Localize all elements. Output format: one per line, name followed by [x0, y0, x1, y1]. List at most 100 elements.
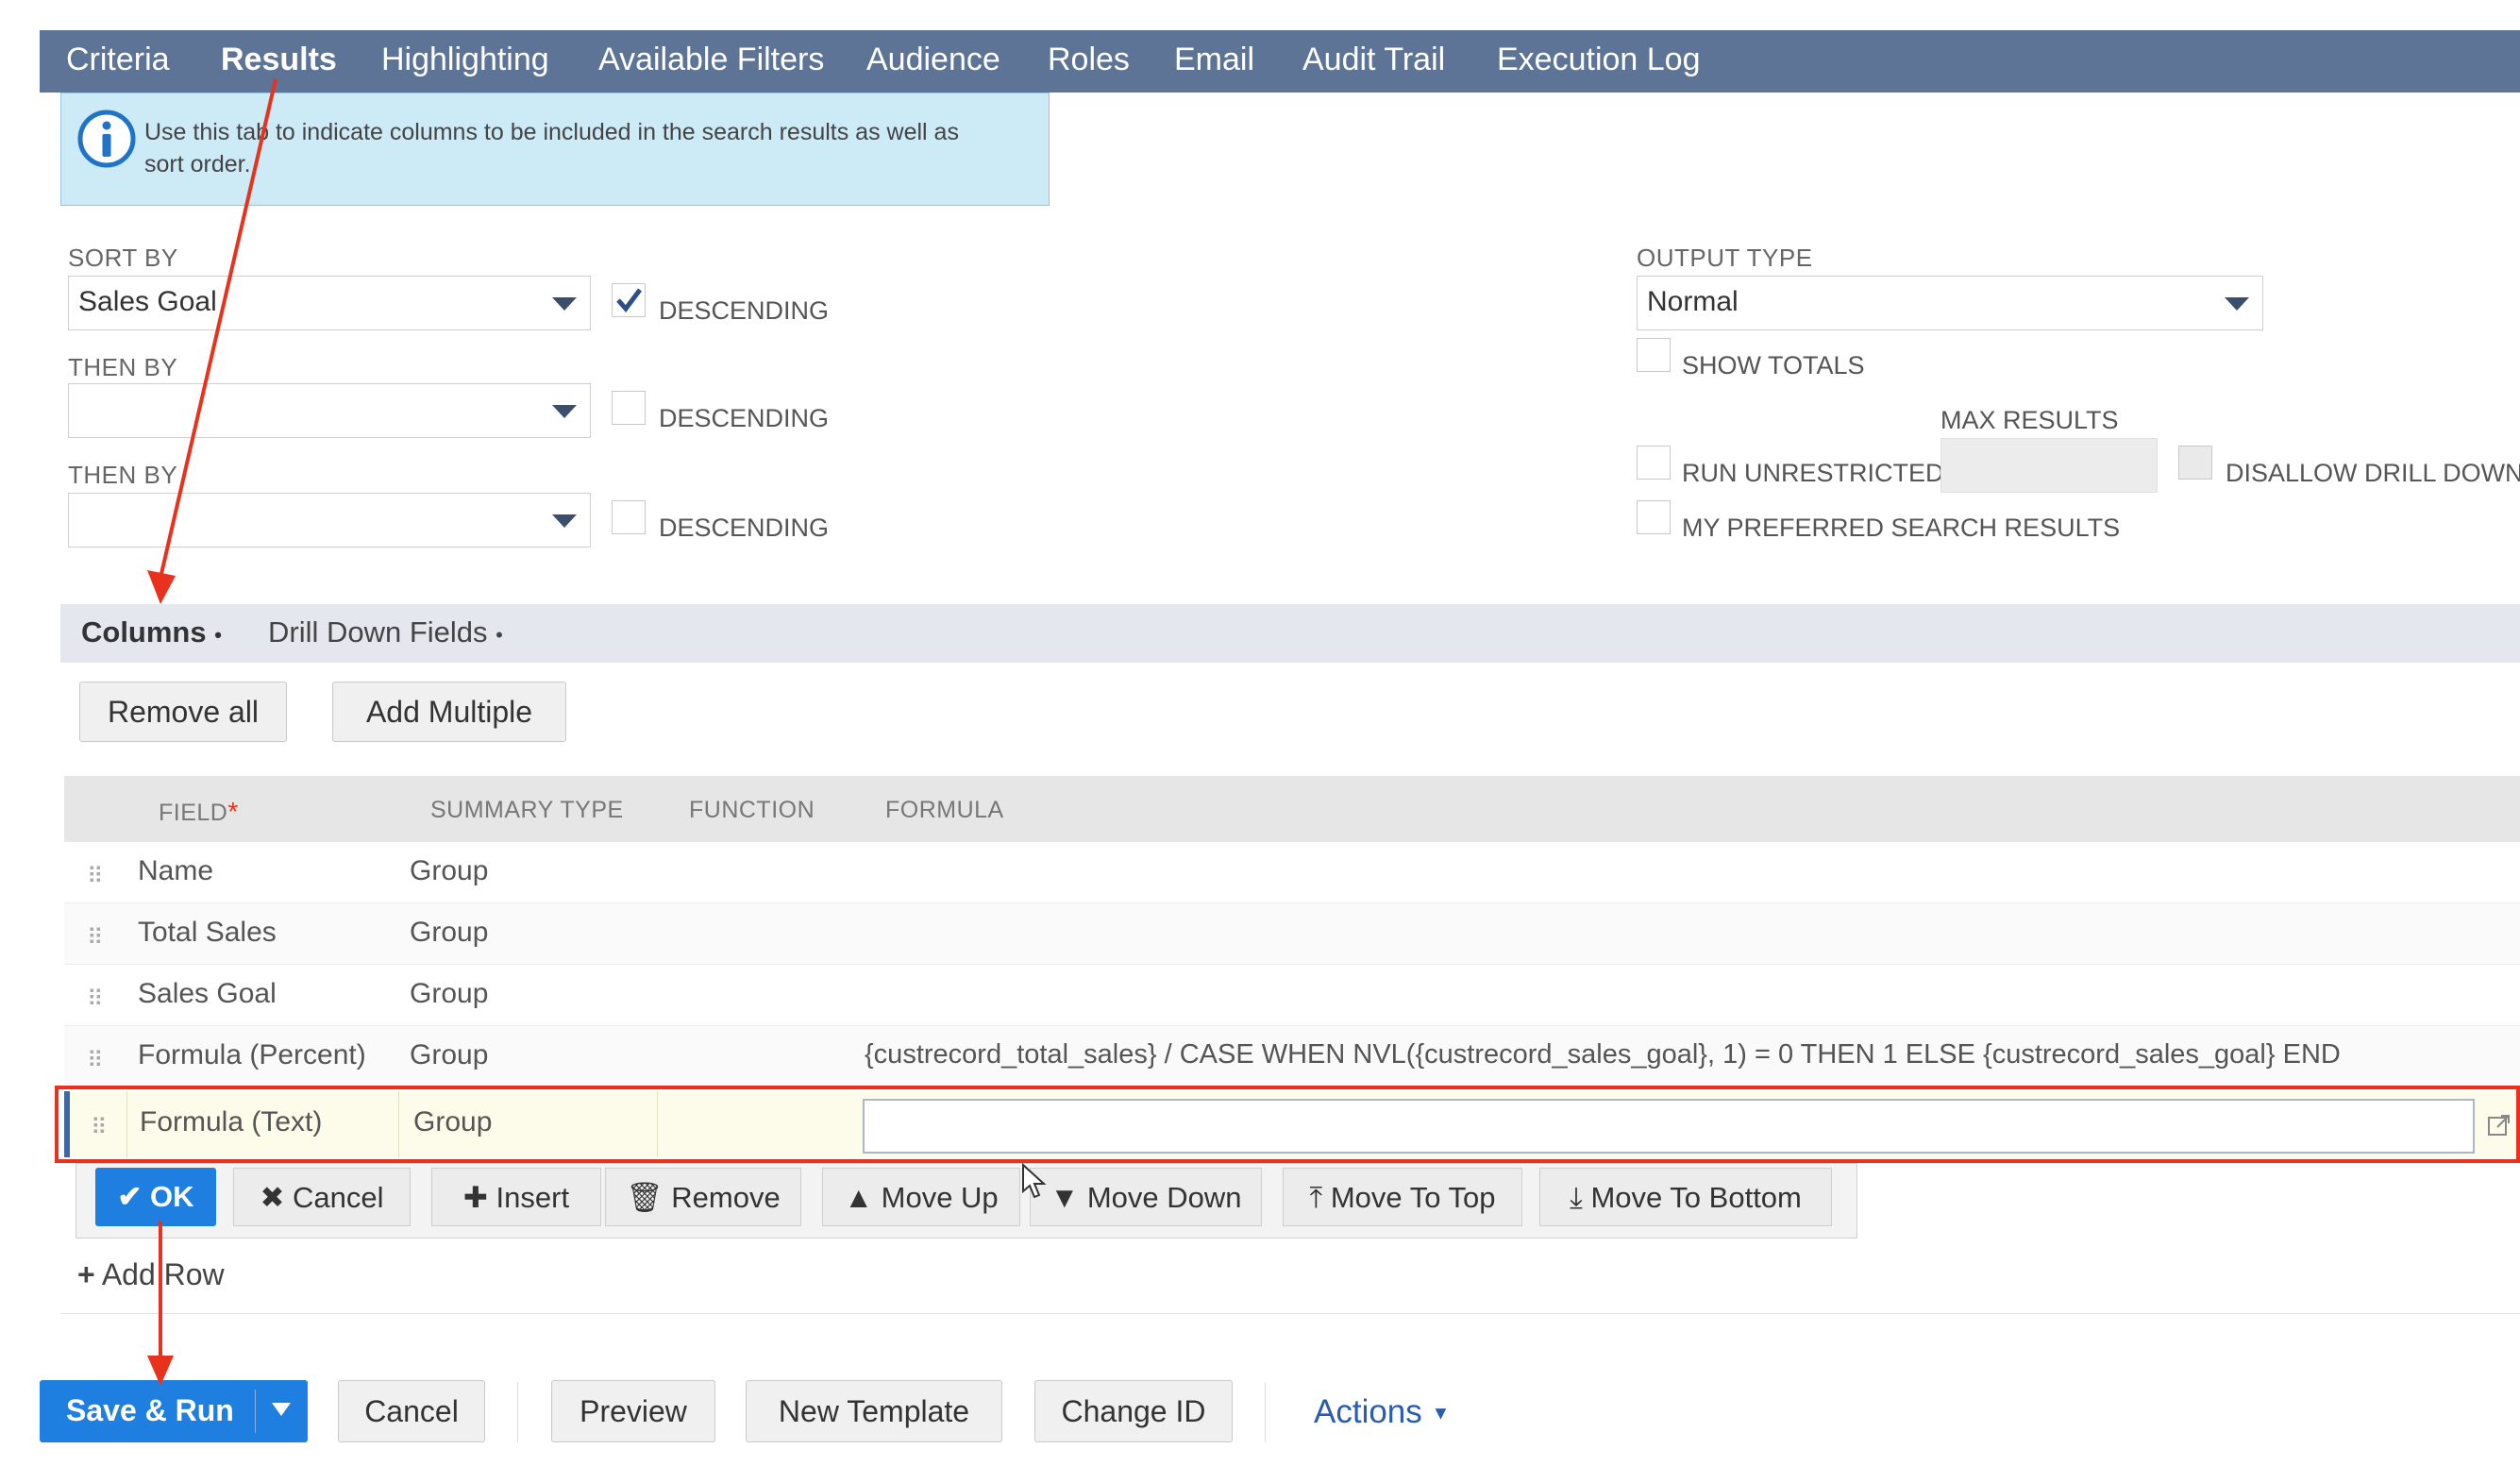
disallow-drill-down-label: DISALLOW DRILL DOWN — [2226, 459, 2520, 487]
move-to-top-button[interactable]: ⤒ Move To Top — [1283, 1168, 1522, 1226]
then-by-label-2: THEN BY — [68, 461, 178, 489]
move-to-bottom-button[interactable]: ⤓ Move To Bottom — [1539, 1168, 1832, 1226]
info-text: Use this tab to indicate columns to be i… — [144, 119, 959, 177]
x-icon: ✖ — [260, 1181, 285, 1214]
insert-button[interactable]: ✚ Insert — [431, 1168, 601, 1226]
max-results-label: MAX RESULTS — [1940, 406, 2119, 434]
drag-handle-icon[interactable]: ⠿ — [87, 1047, 104, 1074]
output-type-value: Normal — [1647, 286, 1739, 317]
mouse-cursor-icon — [1022, 1163, 1047, 1199]
descending-label-2: DESCENDING — [659, 404, 830, 432]
my-preferred-label: MY PREFERRED SEARCH RESULTS — [1682, 514, 2121, 542]
plus-icon: + — [77, 1257, 95, 1291]
run-unrestricted-checkbox[interactable] — [1637, 446, 1671, 480]
chevron-down-icon — [2225, 297, 2249, 311]
footer-divider — [517, 1382, 518, 1442]
descending-label-1: DESCENDING — [659, 296, 830, 325]
add-row-area: + Add Row — [60, 1242, 2520, 1314]
subtab-columns[interactable]: Columns • — [81, 615, 222, 649]
caret-down-icon: ▼ — [1431, 1403, 1451, 1424]
cancel-button[interactable]: Cancel — [338, 1380, 485, 1442]
change-id-button[interactable]: Change ID — [1034, 1380, 1233, 1442]
sort-by-label: SORT BY — [68, 244, 178, 272]
tab-results[interactable]: Results — [221, 42, 337, 78]
tab-highlighting[interactable]: Highlighting — [381, 42, 549, 78]
tab-criteria[interactable]: Criteria — [66, 42, 170, 78]
drag-handle-icon[interactable]: ⠿ — [87, 986, 104, 1013]
row-field: Name — [138, 855, 214, 886]
row-summary: Group — [410, 855, 489, 886]
header-field: FIELD* — [159, 797, 239, 826]
my-preferred-checkbox[interactable] — [1637, 500, 1671, 534]
highlight-annotation-box — [55, 1086, 2520, 1163]
descending-checkbox-3[interactable] — [612, 500, 646, 534]
plus-icon: ✚ — [462, 1181, 488, 1214]
new-template-button[interactable]: New Template — [746, 1380, 1002, 1442]
row-summary: Group — [410, 917, 489, 948]
tab-audit-trail[interactable]: Audit Trail — [1302, 42, 1445, 78]
tab-email[interactable]: Email — [1174, 42, 1254, 78]
header-summary-type: SUMMARY TYPE — [430, 797, 624, 823]
table-row[interactable]: ⠿ Name Group — [64, 842, 2520, 903]
row-formula: {custrecord_total_sales} / CASE WHEN NVL… — [865, 1039, 2341, 1070]
actions-label: Actions — [1314, 1393, 1422, 1430]
sort-by-select[interactable]: Sales Goal — [68, 276, 591, 330]
row-edit-toolbar: ✔ OK ✖ Cancel ✚ Insert 🗑 Remove ▲ Move U… — [76, 1163, 1857, 1239]
row-field: Sales Goal — [138, 978, 277, 1009]
tab-execution-log[interactable]: Execution Log — [1497, 42, 1701, 78]
checkmark-icon: ✔ — [117, 1180, 143, 1213]
table-row[interactable]: ⠿ Formula (Percent) Group {custrecord_to… — [64, 1026, 2520, 1087]
output-type-label: OUTPUT TYPE — [1637, 244, 1813, 272]
move-up-button[interactable]: ▲ Move Up — [822, 1168, 1020, 1226]
ok-button[interactable]: ✔ OK — [95, 1168, 216, 1226]
split-divider — [255, 1390, 256, 1433]
remove-button[interactable]: 🗑 Remove — [605, 1168, 801, 1226]
cancel-row-button[interactable]: ✖ Cancel — [233, 1168, 411, 1226]
arrowhead-icon — [147, 570, 176, 604]
tab-audience[interactable]: Audience — [866, 42, 1000, 78]
descending-checkbox-2[interactable] — [612, 391, 646, 425]
actions-menu[interactable]: Actions ▼ — [1314, 1393, 1450, 1431]
descending-checkbox-1[interactable] — [612, 283, 646, 317]
then-by-label-1: THEN BY — [68, 353, 178, 381]
chevron-down-icon[interactable] — [272, 1403, 291, 1416]
move-down-button[interactable]: ▼ Move Down — [1030, 1168, 1262, 1226]
subtab-navigation-bar: Criteria Results Highlighting Available … — [40, 30, 2520, 93]
info-banner: Use this tab to indicate columns to be i… — [60, 93, 1050, 206]
descending-label-3: DESCENDING — [659, 514, 830, 542]
arrow-up-icon: ▲ — [844, 1181, 873, 1214]
then-by-select-2[interactable] — [68, 493, 591, 548]
show-totals-checkbox[interactable] — [1637, 338, 1671, 372]
columns-subtab-bar: Columns • Drill Down Fields • — [60, 604, 2520, 663]
subtab-drill-down-fields[interactable]: Drill Down Fields • — [268, 615, 503, 649]
drag-handle-icon[interactable]: ⠿ — [87, 863, 104, 890]
output-type-select[interactable]: Normal — [1637, 276, 2263, 330]
preview-button[interactable]: Preview — [551, 1380, 715, 1442]
tab-roles[interactable]: Roles — [1048, 42, 1130, 78]
add-multiple-button[interactable]: Add Multiple — [332, 682, 566, 742]
row-field: Total Sales — [138, 917, 277, 948]
then-by-select-1[interactable] — [68, 383, 591, 438]
move-top-icon: ⤒ — [1309, 1181, 1323, 1214]
table-row[interactable]: ⠿ Total Sales Group — [64, 903, 2520, 965]
info-icon — [77, 110, 136, 168]
checkmark-icon — [616, 288, 642, 312]
disallow-drill-down-checkbox[interactable] — [2178, 446, 2212, 480]
table-row[interactable]: ⠿ Sales Goal Group — [64, 965, 2520, 1026]
save-and-run-label: Save & Run — [66, 1393, 234, 1427]
row-summary: Group — [410, 978, 489, 1009]
chevron-down-icon — [552, 297, 577, 311]
header-formula: FORMULA — [885, 797, 1004, 823]
add-row-button[interactable]: + Add Row — [77, 1257, 225, 1292]
sort-by-value: Sales Goal — [78, 286, 217, 317]
move-bottom-icon: ⤓ — [1570, 1181, 1583, 1214]
footer-divider — [1265, 1382, 1266, 1442]
tab-available-filters[interactable]: Available Filters — [598, 42, 824, 78]
row-summary: Group — [410, 1039, 489, 1070]
save-and-run-button[interactable]: Save & Run — [40, 1380, 308, 1442]
drag-handle-icon[interactable]: ⠿ — [87, 924, 104, 952]
remove-all-button[interactable]: Remove all — [79, 682, 287, 742]
max-results-input[interactable] — [1940, 438, 2158, 493]
chevron-down-icon — [552, 405, 577, 418]
header-function: FUNCTION — [689, 797, 815, 823]
